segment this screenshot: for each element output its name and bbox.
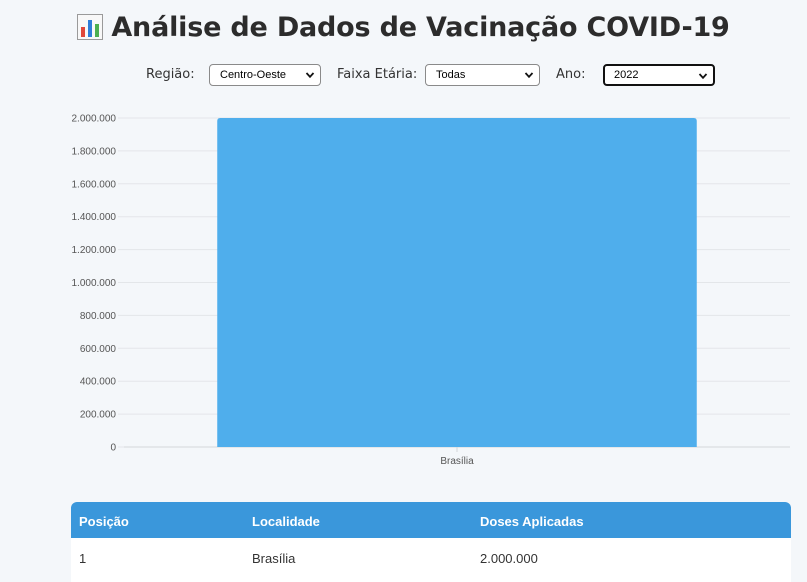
header-doses: Doses Aplicadas <box>480 514 584 529</box>
header-localidade: Localidade <box>252 514 320 529</box>
bar <box>217 118 697 447</box>
row-posicao: 1 <box>79 551 87 566</box>
table-row: 1 Brasília 2.000.000 <box>71 538 791 578</box>
y-tick-label: 200.000 <box>80 410 117 421</box>
y-tick-label: 1.400.000 <box>72 212 117 223</box>
x-tick-label: Brasília <box>440 456 474 467</box>
header-posicao: Posição <box>79 514 129 529</box>
y-tick-label: 600.000 <box>80 344 117 355</box>
y-tick-label: 0 <box>110 443 116 454</box>
y-tick-label: 800.000 <box>80 311 117 322</box>
y-tick-label: 1.000.000 <box>72 278 117 289</box>
y-tick-label: 1.200.000 <box>72 245 117 256</box>
row-localidade: Brasília <box>252 551 296 566</box>
doses-bar-chart: 0 200.000 400.000 600.000 800.000 1.000.000 1.… <box>72 114 790 467</box>
table-header: Posição Localidade Doses Aplicadas <box>71 502 791 538</box>
ranking-table: Posição Localidade Doses Aplicadas 1 Bra… <box>71 502 791 582</box>
y-tick-label: 400.000 <box>80 377 117 388</box>
y-tick-label: 1.800.000 <box>72 146 117 157</box>
y-tick-label: 1.600.000 <box>72 179 117 190</box>
row-doses: 2.000.000 <box>480 551 538 566</box>
y-tick-label: 2.000.000 <box>72 114 117 125</box>
